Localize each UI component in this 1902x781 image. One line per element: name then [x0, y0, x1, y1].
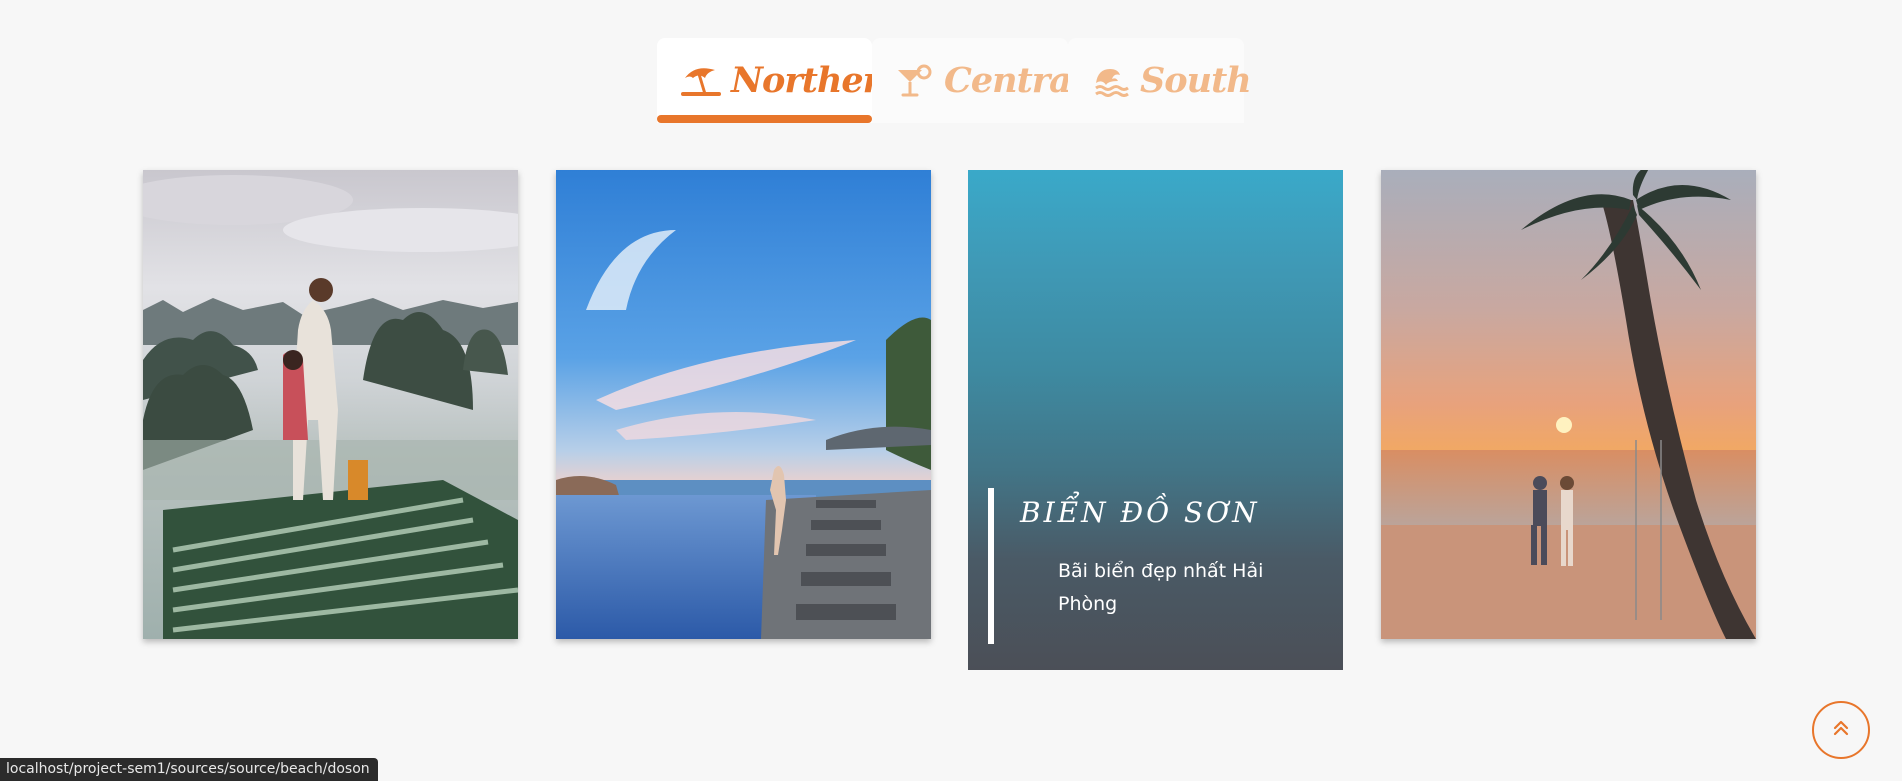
card-accent-bar	[988, 488, 994, 644]
beach-card-2[interactable]	[556, 170, 931, 639]
scroll-top-button[interactable]	[1812, 701, 1870, 759]
beach-card-1[interactable]	[143, 170, 518, 639]
tab-central[interactable]: Central	[872, 38, 1084, 123]
water-wave-icon	[1094, 65, 1130, 97]
card-title: BIỂN ĐỒ SƠN	[1020, 496, 1260, 529]
tab-south[interactable]: South	[1068, 38, 1252, 123]
infinity-pool-photo	[556, 170, 931, 639]
double-chevron-up-icon	[1832, 718, 1850, 743]
tab-northern[interactable]: Northern	[657, 38, 906, 123]
beach-card-do-son[interactable]: BIỂN ĐỒ SƠN Bãi biển đẹp nhất Hải Phòng	[968, 170, 1343, 670]
card-description: Bãi biển đẹp nhất Hải Phòng	[1058, 560, 1264, 615]
ha-long-bay-couple-photo	[143, 170, 518, 639]
region-tabs: Northern Central South	[657, 38, 1252, 123]
cocktail-icon	[896, 64, 934, 98]
sunset-palm-beach-photo	[1381, 170, 1756, 639]
beach-umbrella-icon	[681, 64, 721, 98]
beach-card-4[interactable]	[1381, 170, 1756, 639]
tab-central-label: Central	[944, 60, 1084, 101]
tab-south-label: South	[1140, 60, 1252, 101]
status-bar-url: localhost/project-sem1/sources/source/be…	[0, 758, 378, 781]
